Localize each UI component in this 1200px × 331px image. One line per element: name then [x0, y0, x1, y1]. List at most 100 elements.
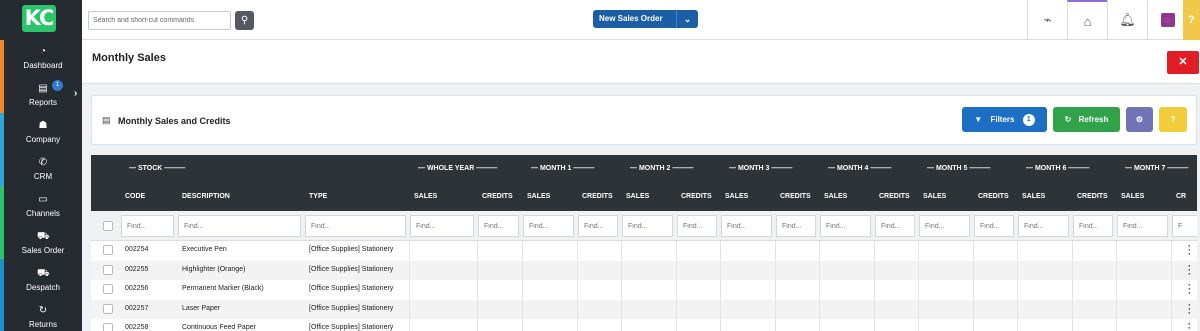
column-divider	[1116, 319, 1117, 331]
row-menu-icon[interactable]: ···	[1188, 281, 1191, 298]
column-header[interactable]: SALES	[527, 193, 550, 200]
chevron-down-icon[interactable]: ⌄	[676, 10, 698, 28]
column-divider	[819, 241, 820, 260]
column-divider	[621, 241, 622, 260]
column-divider	[577, 299, 578, 319]
settings-button[interactable]: ⚙	[1126, 107, 1153, 132]
sidebar-item-label: Sales Order	[21, 246, 65, 255]
search-button[interactable]: ⚲	[235, 11, 254, 30]
sidebar-item-crm[interactable]: ✆ CRM	[4, 151, 82, 188]
column-filter-input[interactable]	[478, 215, 519, 237]
column-header[interactable]: SALES	[1121, 193, 1144, 200]
help-button[interactable]: ?	[1159, 107, 1187, 132]
cell-code: 002258	[125, 324, 149, 331]
cell-description: Permanent Marker (Black)	[182, 285, 264, 293]
table-row[interactable]: 002254 Executive Pen [Office Supplies] Sta…	[91, 241, 1197, 260]
row-menu-icon[interactable]: ···	[1188, 261, 1191, 278]
column-header[interactable]: CREDITS	[978, 193, 1009, 200]
sidebar-item-label: Channels	[26, 209, 60, 218]
column-divider	[522, 260, 523, 280]
column-filter-input[interactable]	[677, 215, 717, 237]
column-filter-input[interactable]	[974, 215, 1014, 237]
signal-icon[interactable]: ⌁	[1027, 0, 1067, 40]
row-checkbox[interactable]	[103, 264, 113, 275]
table-row[interactable]: 002255 Highlighter (Orange) [Office Suppli…	[91, 260, 1197, 280]
column-filter-input[interactable]	[776, 215, 816, 237]
column-filter-input[interactable]	[1073, 215, 1113, 237]
column-filter-input[interactable]	[410, 215, 474, 237]
sidebar-item-returns[interactable]: ↻ Returns	[4, 299, 82, 331]
column-header[interactable]: SALES	[824, 193, 847, 200]
help-tab[interactable]: ?	[1183, 0, 1200, 40]
column-header[interactable]: SALES	[725, 193, 748, 200]
table-row[interactable]: 002258 Continuous Feed Paper [Office Suppl…	[91, 319, 1197, 331]
new-sales-order-label: New Sales Order	[599, 14, 663, 23]
column-filter-input[interactable]	[820, 215, 871, 237]
row-checkbox[interactable]	[103, 245, 113, 255]
row-checkbox[interactable]	[103, 284, 113, 295]
sidebar-item-dashboard[interactable]: ◔ Dashboard	[4, 40, 82, 77]
column-header[interactable]: CREDITS	[582, 193, 613, 200]
cell-type: [Office Supplies] Stationery	[309, 246, 394, 253]
table-row[interactable]: 002257 Laser Paper [Office Supplies] Stati…	[91, 299, 1197, 319]
column-filter-input[interactable]	[622, 215, 673, 237]
search-input[interactable]	[88, 11, 231, 30]
column-filter-input[interactable]	[1018, 215, 1069, 237]
column-filter-input[interactable]	[121, 215, 174, 237]
sidebar-item-channels[interactable]: ▭ Channels	[4, 188, 82, 225]
column-filter-input[interactable]	[875, 215, 915, 237]
column-filter-input[interactable]	[578, 215, 618, 237]
column-header[interactable]: SALES	[626, 193, 649, 200]
column-header[interactable]: CR	[1176, 193, 1186, 200]
sidebar-item-sales-order[interactable]: ⛟ Sales Order	[4, 225, 82, 262]
column-divider	[676, 241, 677, 260]
filters-button[interactable]: ▼ Filters 1	[962, 107, 1047, 132]
report-card: ▤ Monthly Sales and Credits ▼ Filters 1 …	[91, 95, 1197, 145]
warehouse-icon[interactable]: ⌂	[1067, 0, 1107, 40]
column-filter-input[interactable]	[721, 215, 772, 237]
new-sales-order-button[interactable]: New Sales Order ⌄	[593, 10, 698, 28]
phone-icon: ✆	[38, 157, 48, 168]
column-header[interactable]: CREDITS	[681, 193, 712, 200]
column-filter-input[interactable]	[305, 215, 406, 237]
row-checkbox[interactable]	[103, 303, 113, 314]
bell-icon[interactable]: 🔔︎	[1107, 0, 1147, 40]
column-filter-input[interactable]	[1172, 215, 1197, 237]
column-header[interactable]: CREDITS	[879, 193, 910, 200]
column-header[interactable]: CREDITS	[780, 193, 811, 200]
column-group-header: — MONTH 6 ———	[1026, 165, 1090, 172]
user-avatar[interactable]: ☺	[1147, 0, 1187, 40]
column-header[interactable]: TYPE	[309, 193, 327, 200]
sidebar-item-company[interactable]: ☗ Company	[4, 114, 82, 151]
column-header[interactable]: SALES	[1022, 193, 1045, 200]
sidebar-item-despatch[interactable]: ⛟ Despatch	[4, 262, 82, 299]
chevron-right-icon[interactable]: ›	[74, 88, 77, 99]
truck-icon: ⛟	[37, 268, 50, 279]
sidebar-item-reports[interactable]: ▤ Reports 1 ›	[4, 77, 82, 114]
column-header[interactable]: CODE	[125, 193, 145, 200]
row-menu-icon[interactable]: ···	[1188, 300, 1191, 317]
column-header[interactable]: CREDITS	[1077, 193, 1108, 200]
logo[interactable]: KC	[0, 0, 82, 40]
sidebar-item-label: Dashboard	[23, 61, 63, 70]
column-filter-input[interactable]	[919, 215, 970, 237]
close-button[interactable]: ✕	[1167, 51, 1199, 74]
column-filter-input[interactable]	[1117, 215, 1168, 237]
column-group-header: — MONTH 1 ———	[531, 165, 595, 172]
close-icon: ✕	[1178, 56, 1188, 68]
row-menu-icon[interactable]: ···	[1188, 320, 1191, 331]
select-all-checkbox[interactable]	[103, 221, 113, 231]
column-header[interactable]: SALES	[923, 193, 946, 200]
column-header[interactable]: SALES	[414, 193, 437, 200]
column-header[interactable]: DESCRIPTION	[182, 193, 230, 200]
row-menu-icon[interactable]: ···	[1188, 242, 1191, 259]
row-checkbox[interactable]	[103, 323, 113, 331]
table-row[interactable]: 002256 Permanent Marker (Black) [Office Su…	[91, 280, 1197, 300]
column-filter-input[interactable]	[523, 215, 574, 237]
column-header[interactable]: CREDITS	[482, 193, 513, 200]
column-filter-input[interactable]	[178, 215, 301, 237]
column-divider	[522, 299, 523, 319]
column-divider	[577, 280, 578, 300]
refresh-button[interactable]: ↻ Refresh	[1053, 107, 1120, 132]
column-divider	[973, 241, 974, 260]
